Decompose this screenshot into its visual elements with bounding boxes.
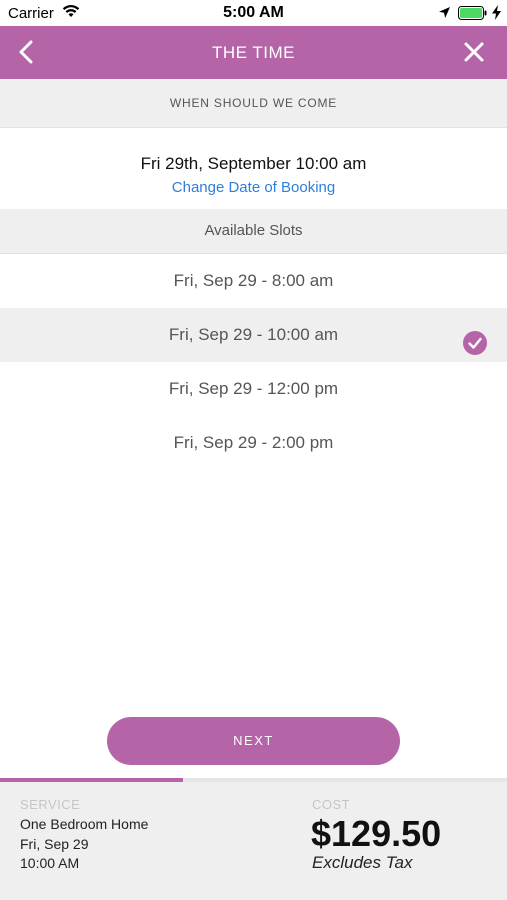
slot-label: Fri, Sep 29 - 8:00 am: [173, 271, 334, 290]
status-bar: Carrier 5:00 AM: [0, 0, 507, 26]
clock-time: 5:00 AM: [223, 4, 284, 21]
available-slots-header: Available Slots: [0, 209, 507, 254]
close-icon[interactable]: [462, 40, 486, 64]
slot-label: Fri, Sep 29 - 2:00 pm: [173, 433, 334, 452]
slot-label: Fri, Sep 29 - 10:00 am: [168, 325, 339, 344]
cost-value: $129.50: [311, 813, 442, 854]
service-label: SERVICE: [20, 797, 81, 812]
service-type: One Bedroom Home: [20, 816, 149, 832]
nav-bar: THE TIME: [0, 26, 507, 79]
booking-summary: SERVICE One Bedroom Home Fri, Sep 29 10:…: [0, 782, 507, 900]
service-time: 10:00 AM: [20, 855, 80, 871]
page-title: THE TIME: [211, 43, 296, 62]
cost-label: COST: [312, 797, 351, 812]
charging-bolt-icon: [492, 5, 501, 25]
location-arrow-icon: [438, 6, 451, 24]
slot-label: Fri, Sep 29 - 12:00 pm: [168, 379, 339, 398]
change-date-link[interactable]: Change Date of Booking: [0, 179, 507, 196]
cost-note: Excludes Tax: [312, 853, 413, 872]
slot-item[interactable]: Fri, Sep 29 - 12:00 pm: [0, 362, 507, 416]
booking-date: Fri 29th, September 10:00 am: [140, 154, 367, 173]
section-header: WHEN SHOULD WE COME: [0, 79, 507, 128]
battery-icon: [458, 6, 488, 25]
service-date: Fri, Sep 29: [20, 836, 89, 852]
next-button[interactable]: NEXT: [107, 717, 400, 765]
slot-item[interactable]: Fri, Sep 29 - 2:00 pm: [0, 416, 507, 470]
checkmark-circle-icon: [463, 323, 487, 355]
slot-item[interactable]: Fri, Sep 29 - 8:00 am: [0, 254, 507, 308]
booking-date-block: Fri 29th, September 10:00 am Change Date…: [0, 128, 507, 209]
slot-item-selected[interactable]: Fri, Sep 29 - 10:00 am: [0, 308, 507, 362]
